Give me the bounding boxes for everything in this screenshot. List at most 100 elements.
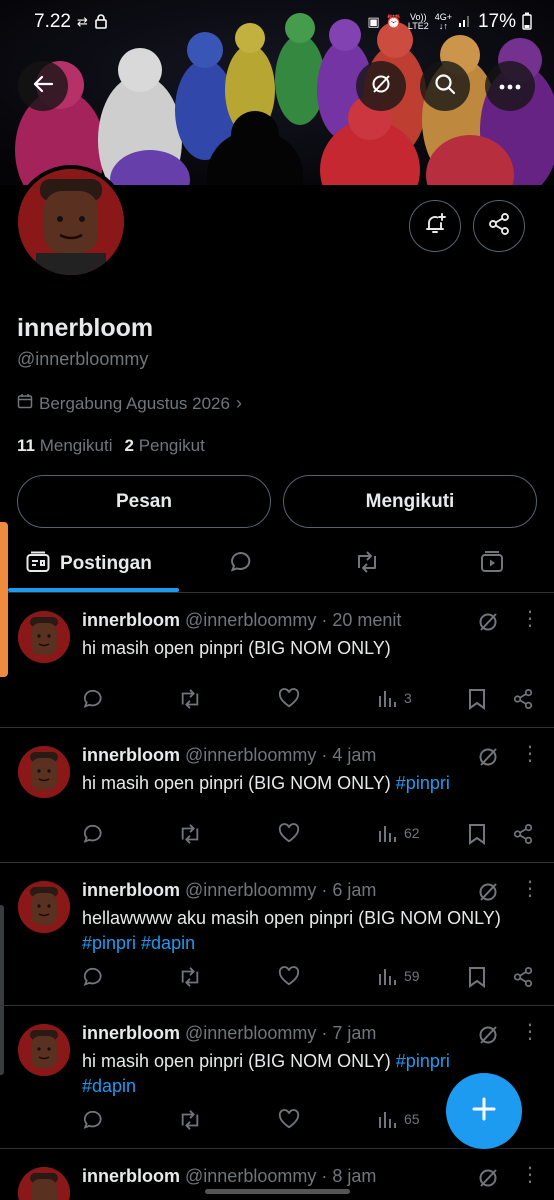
compose-post-button[interactable] xyxy=(446,1073,522,1149)
reply-button[interactable] xyxy=(82,1109,104,1131)
post-author-name[interactable]: innerbloom xyxy=(82,610,180,630)
repost-icon xyxy=(354,550,380,579)
share-icon xyxy=(487,212,511,241)
reply-bubble-icon xyxy=(229,550,253,579)
share-icon xyxy=(513,823,533,845)
views-count: 59 xyxy=(404,968,420,984)
repost-button[interactable] xyxy=(178,966,202,988)
post-avatar[interactable] xyxy=(18,1024,70,1076)
gesture-home-bar[interactable] xyxy=(205,1189,350,1194)
like-button[interactable] xyxy=(278,966,300,986)
profile-tabs: Postingan xyxy=(0,535,554,593)
bookmark-button[interactable] xyxy=(468,966,486,988)
post-author-name[interactable]: innerbloom xyxy=(82,745,180,765)
post-avatar[interactable] xyxy=(18,881,70,933)
tab-posts-label: Postingan xyxy=(60,553,152,574)
hashtag-link[interactable]: #pinpri #dapin xyxy=(82,933,195,953)
grok-icon[interactable] xyxy=(477,1167,499,1194)
post-meta: @innerbloommy · 7 jam xyxy=(185,1023,377,1043)
post-avatar[interactable] xyxy=(18,1167,70,1200)
reply-icon xyxy=(83,1110,102,1129)
post-text: hi masih open pinpri (BIG NOM ONLY) #pin… xyxy=(82,771,542,796)
tab-replies[interactable] xyxy=(229,535,253,593)
share-button[interactable] xyxy=(512,688,534,710)
views-button[interactable]: 59 xyxy=(378,966,420,986)
followers-link[interactable]: 2 Pengikut xyxy=(124,436,204,456)
reply-icon xyxy=(83,967,102,986)
like-button[interactable] xyxy=(278,688,300,708)
grok-button[interactable] xyxy=(356,61,406,111)
post-author-name[interactable]: innerbloom xyxy=(82,1166,180,1186)
chevron-right-icon: › xyxy=(235,393,242,413)
reply-icon xyxy=(83,824,102,843)
post-more-icon[interactable]: ⋮ xyxy=(520,1165,540,1185)
share-button[interactable] xyxy=(512,823,534,845)
hashtag-link[interactable]: #dapin xyxy=(82,1076,136,1096)
grok-icon[interactable] xyxy=(477,1024,499,1051)
views-button[interactable]: 3 xyxy=(378,688,412,708)
repost-icon xyxy=(181,824,199,844)
share-profile-button[interactable] xyxy=(473,200,525,252)
like-button[interactable] xyxy=(278,1109,300,1129)
post-text-content: hi masih open pinpri (BIG NOM ONLY) xyxy=(82,773,391,793)
views-chart-icon xyxy=(379,691,396,707)
active-tab-indicator xyxy=(8,588,179,592)
share-button[interactable] xyxy=(512,966,534,988)
post-avatar[interactable] xyxy=(18,611,70,663)
views-chart-icon xyxy=(379,969,396,985)
reply-button[interactable] xyxy=(82,966,104,988)
hashtag-link[interactable]: #pinpri xyxy=(396,1051,450,1071)
notification-subscribe-button[interactable] xyxy=(409,200,461,252)
bookmark-button[interactable] xyxy=(468,823,486,845)
post-more-icon[interactable]: ⋮ xyxy=(520,1022,540,1042)
grok-icon[interactable] xyxy=(477,881,499,908)
post-item[interactable]: innerbloom @innerbloommy · 20 menit ⋮ hi… xyxy=(0,593,554,728)
grok-icon[interactable] xyxy=(477,611,499,638)
post-more-icon[interactable]: ⋮ xyxy=(520,744,540,764)
repost-button[interactable] xyxy=(178,1109,202,1131)
repost-button[interactable] xyxy=(178,823,202,845)
post-actions: 62 xyxy=(80,823,540,849)
post-author-name[interactable]: innerbloom xyxy=(82,1023,180,1043)
message-button[interactable]: Pesan xyxy=(17,475,271,528)
tab-media[interactable] xyxy=(480,535,504,593)
views-button[interactable]: 65 xyxy=(378,1109,420,1129)
reply-button[interactable] xyxy=(82,688,104,710)
grok-icon xyxy=(370,73,392,100)
post-text: hi masih open pinpri (BIG NOM ONLY) xyxy=(82,636,542,661)
post-more-icon[interactable]: ⋮ xyxy=(520,879,540,899)
joined-date[interactable]: Bergabung Agustus 2026 › xyxy=(17,393,242,414)
post-avatar[interactable] xyxy=(18,746,70,798)
more-options-button[interactable] xyxy=(485,61,535,111)
back-button[interactable] xyxy=(18,61,68,111)
post-item[interactable]: innerbloom @innerbloommy · 4 jam ⋮ hi ma… xyxy=(0,728,554,863)
video-media-icon xyxy=(480,550,504,579)
hashtag-link[interactable]: #pinpri xyxy=(396,773,450,793)
post-text-content: hellawwww aku masih open pinpri (BIG NOM… xyxy=(82,908,501,928)
status-bar: 7.22 ⇄ ▣ ⏰ Vo)) LTE2 4G+ ↓↑ 17% xyxy=(0,0,554,44)
grok-icon[interactable] xyxy=(477,746,499,773)
following-link[interactable]: 11 Mengikuti xyxy=(17,436,112,456)
bookmark-button[interactable] xyxy=(468,688,486,710)
battery-percent: 17% xyxy=(477,11,516,32)
profile-avatar[interactable] xyxy=(14,165,128,279)
like-button[interactable] xyxy=(278,823,300,843)
reply-icon xyxy=(83,689,102,708)
views-button[interactable]: 62 xyxy=(378,823,420,843)
post-meta: @innerbloommy · 8 jam xyxy=(185,1166,377,1186)
repost-button[interactable] xyxy=(178,688,202,710)
post-author-name[interactable]: innerbloom xyxy=(82,880,180,900)
search-button[interactable] xyxy=(420,61,470,111)
post-item[interactable]: innerbloom @innerbloommy · 6 jam ⋮ hella… xyxy=(0,863,554,1006)
tab-posts[interactable]: Postingan xyxy=(26,535,152,593)
tab-reposts[interactable] xyxy=(354,535,380,593)
more-horizontal-icon xyxy=(499,77,521,95)
reply-button[interactable] xyxy=(82,823,104,845)
status-time: 7.22 xyxy=(34,11,71,32)
signal-icon xyxy=(458,14,472,31)
heart-icon xyxy=(278,1109,300,1129)
following-button[interactable]: Mengikuti xyxy=(283,475,537,528)
post-more-icon[interactable]: ⋮ xyxy=(520,609,540,629)
calendar-icon xyxy=(17,393,33,414)
bell-plus-icon xyxy=(423,212,447,241)
